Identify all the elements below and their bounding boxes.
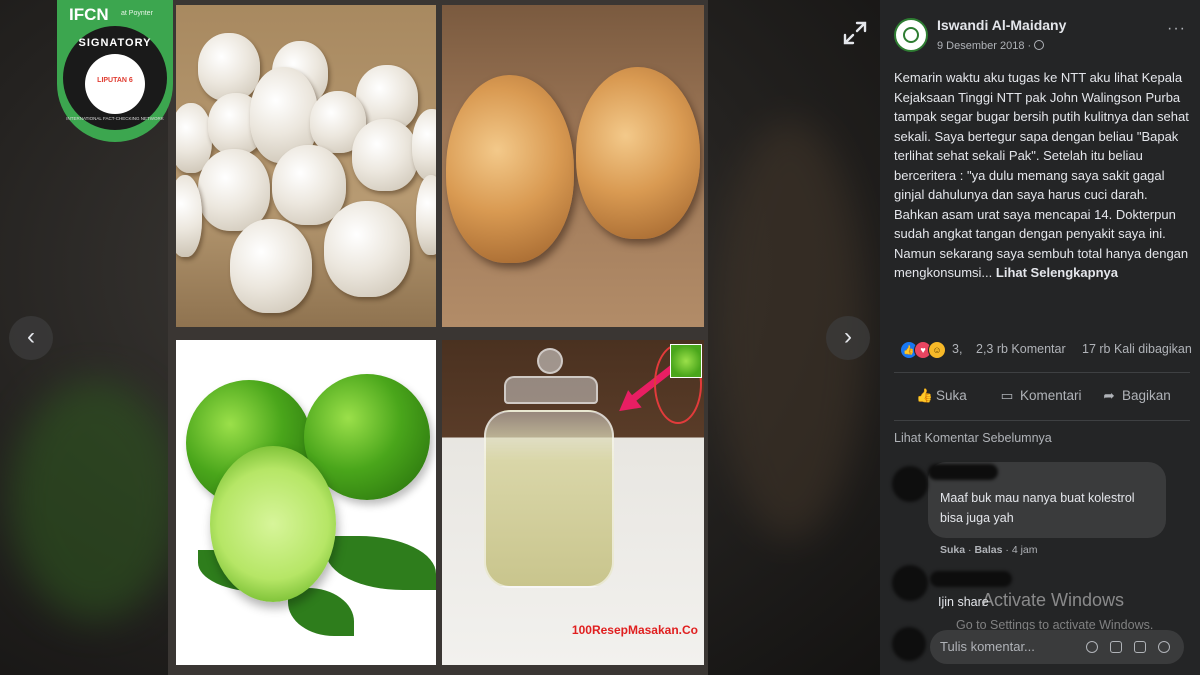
ifcn-poynter: at Poynter <box>121 10 153 17</box>
divider <box>894 372 1190 373</box>
garlic-bulb <box>416 175 436 255</box>
jar-photo: 100ResepMasakan.Co <box>442 340 704 665</box>
comment-reply-link[interactable]: Balas <box>974 544 1002 556</box>
garlic-bulb <box>352 119 418 191</box>
ifcn-logo: IFCN <box>69 5 109 24</box>
post-body: Kemarin waktu aku tugas ke NTT aku lihat… <box>894 68 1192 283</box>
jar-body <box>484 410 614 588</box>
comment-text: Maaf buk mau nanya buat kolestrol bisa j… <box>940 491 1135 525</box>
comment-count[interactable]: 2,3 rb Komentar <box>976 342 1066 356</box>
reaction-count[interactable]: 3, <box>952 342 962 356</box>
share-label: Bagikan <box>1122 388 1171 403</box>
post-date[interactable]: 9 Desember 2018 · <box>937 40 1045 52</box>
onion <box>576 67 700 239</box>
garlic-bulb <box>324 201 410 297</box>
photo-watermark: 100ResepMasakan.Co <box>571 623 698 637</box>
author-avatar[interactable] <box>894 18 928 52</box>
post-body-text: Kemarin waktu aku tugas ke NTT aku lihat… <box>894 70 1189 280</box>
comment-input[interactable]: Tulis komentar... <box>930 630 1184 664</box>
divider <box>894 420 1190 421</box>
garlic-bulb <box>198 149 270 231</box>
post-date-text: 9 Desember 2018 · <box>937 40 1032 52</box>
comment-meta: Suka · Balas · 4 jam <box>940 544 1038 556</box>
comment-like-link[interactable]: Suka <box>940 544 965 556</box>
next-photo-button[interactable]: › <box>826 316 870 360</box>
current-user-avatar <box>892 627 926 661</box>
ifcn-seal: SIGNATORY LIPUTAN 6 INTERNATIONAL FACT-C… <box>63 26 167 130</box>
see-more-link[interactable]: Lihat Selengkapnya <box>996 265 1118 280</box>
background-blur-left <box>10 380 180 620</box>
haha-reaction-icon[interactable]: ☺ <box>928 341 946 359</box>
share-icon: ➦ <box>1103 388 1115 403</box>
globe-icon <box>1034 40 1045 50</box>
camera-icon[interactable] <box>1110 641 1122 653</box>
windows-activation-title: Activate Windows <box>982 590 1125 610</box>
expand-icon[interactable] <box>842 20 868 46</box>
garlic-photo <box>176 5 436 327</box>
onion <box>446 75 574 263</box>
ifcn-network: INTERNATIONAL FACT-CHECKING NETWORK <box>66 116 164 121</box>
author-name[interactable]: Iswandi Al-Maidany <box>937 17 1066 33</box>
emoji-icon[interactable] <box>1086 641 1098 653</box>
ifcn-org: LIPUTAN 6 <box>97 77 133 84</box>
comment-input-placeholder: Tulis komentar... <box>940 639 1035 654</box>
share-button[interactable]: ➦ Bagikan <box>1102 388 1171 404</box>
photo-viewer: 100ResepMasakan.Co ‹ › IFCN at Poynter S… <box>0 0 880 675</box>
lime-thumbnail <box>670 344 702 378</box>
comment-label: Komentari <box>1020 388 1082 403</box>
garlic-bulb <box>198 33 260 101</box>
comment-time[interactable]: 4 jam <box>1012 544 1038 556</box>
photo-collage[interactable]: 100ResepMasakan.Co <box>168 0 708 675</box>
onion-photo <box>442 5 704 327</box>
action-bar: 👍 Suka ▭ Komentari ➦ Bagikan <box>894 386 1190 410</box>
lime-half <box>210 446 336 602</box>
view-previous-comments-link[interactable]: Lihat Komentar Sebelumnya <box>894 431 1052 445</box>
commenter-avatar[interactable] <box>892 466 928 502</box>
like-button[interactable]: 👍 Suka <box>916 388 967 404</box>
gif-icon[interactable] <box>1134 641 1146 653</box>
jar-lid-knob <box>537 348 563 374</box>
post-panel: Iswandi Al-Maidany 9 Desember 2018 · ···… <box>880 0 1200 675</box>
garlic-bulb <box>412 109 436 181</box>
like-label: Suka <box>936 388 967 403</box>
commenter-avatar[interactable] <box>892 565 928 601</box>
comment-icon: ▭ <box>1000 388 1014 403</box>
ifcn-signatory: SIGNATORY <box>78 37 152 49</box>
share-count[interactable]: 17 rb Kali dibagikan <box>1082 342 1192 356</box>
reaction-bar: 👍 ♥ ☺ 3, 2,3 rb Komentar 17 rb Kali diba… <box>894 340 1194 360</box>
like-icon: 👍 <box>916 388 933 403</box>
jar-lid <box>504 376 598 404</box>
avatar-emblem <box>903 27 919 43</box>
previous-photo-button[interactable]: ‹ <box>9 316 53 360</box>
lime-leaf <box>326 536 436 590</box>
more-options-icon[interactable]: ··· <box>1167 20 1186 38</box>
garlic-bulb <box>230 219 312 313</box>
commenter-name-redacted <box>928 464 998 480</box>
ifcn-badge: IFCN at Poynter SIGNATORY LIPUTAN 6 INTE… <box>57 0 173 142</box>
lime-photo <box>176 340 436 665</box>
ifcn-org-circle: LIPUTAN 6 <box>85 54 145 114</box>
sticker-icon[interactable] <box>1158 641 1170 653</box>
commenter-name-redacted <box>930 571 1012 587</box>
comment-button[interactable]: ▭ Komentari <box>1000 388 1082 404</box>
garlic-bulb <box>272 145 346 225</box>
